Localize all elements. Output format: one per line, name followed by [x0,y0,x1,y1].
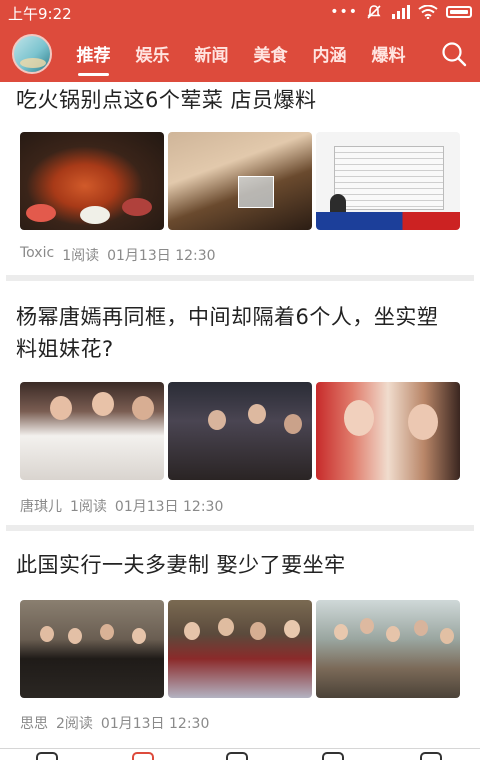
bottom-nav [0,748,480,760]
sisters-photo[interactable] [316,382,460,480]
user-avatar[interactable] [12,34,52,74]
status-time: 上午9:22 [8,5,72,23]
search-icon[interactable] [440,40,468,68]
divider [6,275,474,281]
tab-jokes[interactable]: 内涵 [300,24,359,82]
notifications-off-icon [367,5,381,19]
status-icons: ••• [330,4,472,20]
status-bar: 上午9:22 ••• [0,0,480,24]
article-reads: 1阅读 [62,248,100,264]
article-time: 01月13日 12:30 [107,248,216,264]
article-reads: 2阅读 [56,716,93,732]
article-title[interactable]: 此国实行一夫多妻制 娶少了要坐牢 [0,549,362,581]
signal-hd-icon [392,5,410,19]
article-card[interactable]: 吃火锅别点这6个荤菜 店员爆料 Toxic 1阅读 01月13日 12:30 [0,82,480,278]
article-time: 01月13日 12:30 [100,716,210,732]
article-reads: 1阅读 [70,499,107,515]
article-author: Toxic [20,245,55,261]
category-tabs: 推荐 娱乐 新闻 美食 内涵 爆料 [64,24,418,82]
family-sofa-photo[interactable] [20,600,164,698]
header-nav: 推荐 娱乐 新闻 美食 内涵 爆料 [0,24,480,82]
family-group-photo[interactable] [168,600,312,698]
article-card[interactable]: 杨幂唐嫣再同框，中间却隔着6个人，坐实塑料姐妹花? 唐琪儿 1阅读 01月13日… [0,285,480,521]
tab-food[interactable]: 美食 [241,24,300,82]
event-photo[interactable] [168,382,312,480]
news-feed: 吃火锅别点这6个荤菜 店员爆料 Toxic 1阅读 01月13日 12:30 杨… [0,82,480,748]
article-title[interactable]: 杨幂唐嫣再同框，中间却隔着6个人，坐实塑料姐妹花? [0,301,464,365]
tab-news[interactable]: 新闻 [182,24,241,82]
battery-icon [446,6,472,18]
nav-message-icon[interactable] [226,752,248,760]
tab-recommended[interactable]: 推荐 [64,24,123,82]
more-dots-icon: ••• [330,4,358,20]
tab-scoops[interactable]: 爆料 [359,24,418,82]
article-time: 01月13日 12:30 [114,499,224,515]
divider [6,525,474,531]
article-title[interactable]: 吃火锅别点这6个荤菜 店员爆料 [0,84,333,116]
article-author: 思思 [20,716,48,732]
hotpot-photo[interactable] [20,132,164,230]
nav-profile-icon[interactable] [420,752,442,760]
article-author: 唐琪儿 [20,499,62,515]
nav-home-icon[interactable] [36,752,58,760]
nav-video-icon[interactable] [132,752,154,760]
wedding-photo[interactable] [20,382,164,480]
tv-news-screenshot[interactable] [316,132,460,230]
tab-entertainment[interactable]: 娱乐 [123,24,182,82]
nav-discover-icon[interactable] [322,752,344,760]
hands-photo[interactable] [168,132,312,230]
article-card[interactable]: 此国实行一夫多妻制 娶少了要坐牢 思思 2阅读 01月13日 12:30 [0,535,480,745]
wifi-icon [418,5,438,19]
family-collage-photo[interactable] [316,600,460,698]
